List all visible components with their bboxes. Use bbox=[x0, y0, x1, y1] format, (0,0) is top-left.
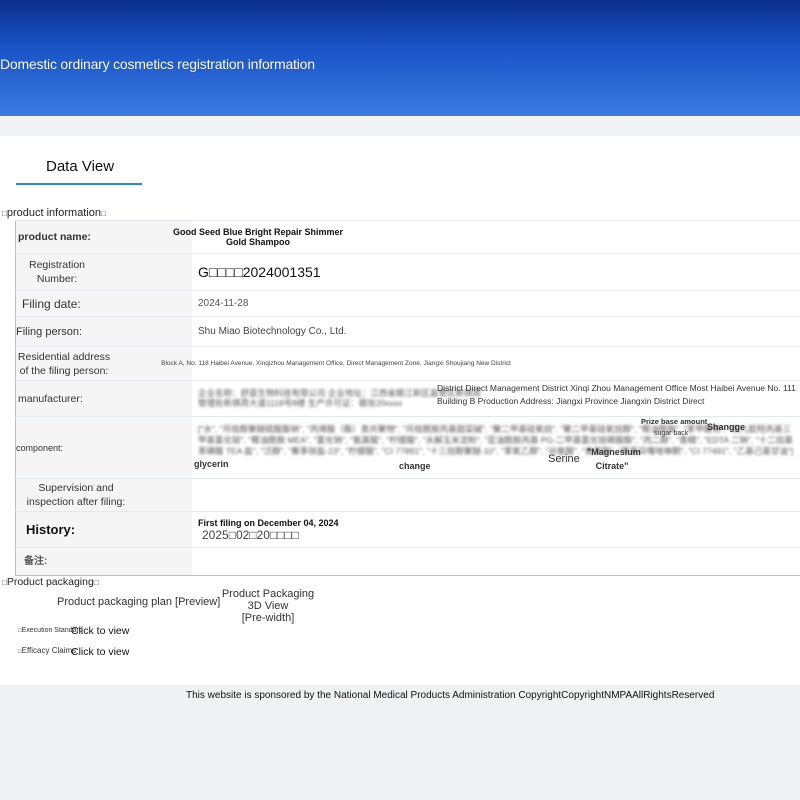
tab-data-view[interactable]: Data View bbox=[46, 158, 114, 175]
value-product-name: Good Seed Blue Bright Repair Shimmer Gol… bbox=[173, 220, 800, 254]
label-history: History: bbox=[15, 511, 192, 548]
efficacy-claims-label: □Efficacy Claims bbox=[18, 646, 76, 655]
component-magnesium: "Magnesium Citrate" bbox=[587, 447, 641, 471]
label-filing-person: Filing person: bbox=[15, 316, 192, 347]
value-history: First filing on December 04, 2024 2025□0… bbox=[192, 511, 800, 548]
row-product-name: product name: Good Seed Blue Bright Repa… bbox=[15, 220, 800, 254]
registration-number-text: G□□□□2024001351 bbox=[198, 264, 321, 280]
product-name-text: Good Seed Blue Bright Repair Shimmer Gol… bbox=[172, 227, 344, 247]
efficacy-label-text: Efficacy Claims bbox=[21, 646, 77, 655]
section-product-information: □product information□ bbox=[2, 207, 106, 219]
registration-label-text: Registration Number: bbox=[28, 259, 86, 285]
component-prize: Prize base amount bbox=[641, 417, 708, 427]
value-registration-number: G□□□□2024001351 bbox=[192, 253, 800, 291]
section-product-packaging: □Product packaging□ bbox=[2, 576, 99, 588]
row-history: History: First filing on December 04, 20… bbox=[15, 511, 800, 548]
footer bbox=[0, 685, 800, 800]
label-component: component: bbox=[15, 416, 192, 479]
component-shangge: Shangge bbox=[707, 422, 746, 432]
component-serine: Serine bbox=[548, 453, 580, 465]
footer-text: This website is sponsored by the Nationa… bbox=[186, 690, 715, 701]
label-registration-number: Registration Number: bbox=[15, 253, 192, 291]
label-manufacturer: manufacturer: bbox=[15, 380, 192, 417]
label-product-name: product name: bbox=[15, 220, 192, 254]
value-residential-address: Block A, No. 118 Haibei Avenue, Xinqizho… bbox=[161, 346, 800, 381]
row-remarks: 备注: bbox=[15, 547, 800, 576]
efficacy-click-to-view[interactable]: Click to view bbox=[71, 646, 129, 658]
packaging-section-title-text: Product packaging bbox=[6, 576, 94, 588]
value-remarks bbox=[192, 547, 800, 576]
history-first-filing: First filing on December 04, 2024 bbox=[198, 517, 339, 528]
history-next-date: 2025□02□20□□□□ bbox=[202, 527, 299, 542]
residential-address-text: Block A, No. 118 Haibei Avenue, Xinqizho… bbox=[161, 360, 511, 367]
row-filing-person: Filing person: Shu Miao Biotechnology Co… bbox=[15, 316, 800, 347]
value-filing-date: 2024-11-28 bbox=[192, 290, 800, 317]
page-title: Domestic ordinary cosmetics registration… bbox=[0, 56, 315, 72]
row-manufacturer: manufacturer: 企业名称：舒苗生物科技有限公司 企业地址：江西省赣江… bbox=[15, 380, 800, 417]
row-registration-number: Registration Number: G□□□□2024001351 bbox=[15, 253, 800, 291]
packaging-plan-preview-link[interactable]: Product packaging plan [Preview] bbox=[57, 596, 220, 608]
packaging-3d-view-link[interactable]: Product Packaging 3D View [Pre-width] bbox=[218, 588, 318, 624]
section-title-text: product information bbox=[6, 207, 102, 219]
manufacturer-en-text: District Direct Management District Xinq… bbox=[437, 383, 796, 406]
row-component: component: ["水", "月桂醇聚醚硫酸酯钠", "丙烯酸（酯）类共聚… bbox=[15, 416, 800, 479]
packaging-3d-sub: [Pre-width] bbox=[241, 612, 295, 624]
value-manufacturer: 企业名称：舒苗生物科技有限公司 企业地址：江西省赣江新区直管区新祺周管理处新祺周… bbox=[192, 380, 800, 417]
value-component: ["水", "月桂醇聚醚硫酸酯钠", "丙烯酸（酯）类共聚物", "月桂酰胺丙基… bbox=[192, 416, 800, 479]
row-supervision: Supervision and inspection after filing: bbox=[15, 478, 800, 512]
component-sugar: sugar back bbox=[654, 430, 689, 437]
packaging-3d-title: Product Packaging 3D View bbox=[221, 588, 315, 612]
value-filing-person: Shu Miao Biotechnology Co., Ltd. bbox=[192, 316, 800, 347]
residential-label-text: Residential address of the filing person… bbox=[17, 350, 111, 377]
header-gap bbox=[0, 116, 800, 136]
label-filing-date: Filing date: bbox=[15, 290, 192, 317]
box-icon: □ bbox=[93, 578, 99, 587]
row-residential-address: Residential address of the filing person… bbox=[15, 346, 800, 381]
label-supervision: Supervision and inspection after filing: bbox=[15, 478, 192, 512]
box-icon: □ bbox=[101, 209, 106, 218]
label-remarks: 备注: bbox=[15, 547, 192, 576]
value-supervision bbox=[192, 478, 800, 512]
component-glycerin: glycerin bbox=[194, 459, 229, 469]
execution-click-to-view[interactable]: Click to view bbox=[71, 625, 129, 637]
product-info-table: product name: Good Seed Blue Bright Repa… bbox=[15, 220, 800, 576]
tab-active-indicator bbox=[16, 183, 142, 185]
component-change: change bbox=[399, 461, 431, 471]
supervision-label-text: Supervision and inspection after filing: bbox=[26, 482, 126, 508]
row-filing-date: Filing date: 2024-11-28 bbox=[15, 290, 800, 317]
